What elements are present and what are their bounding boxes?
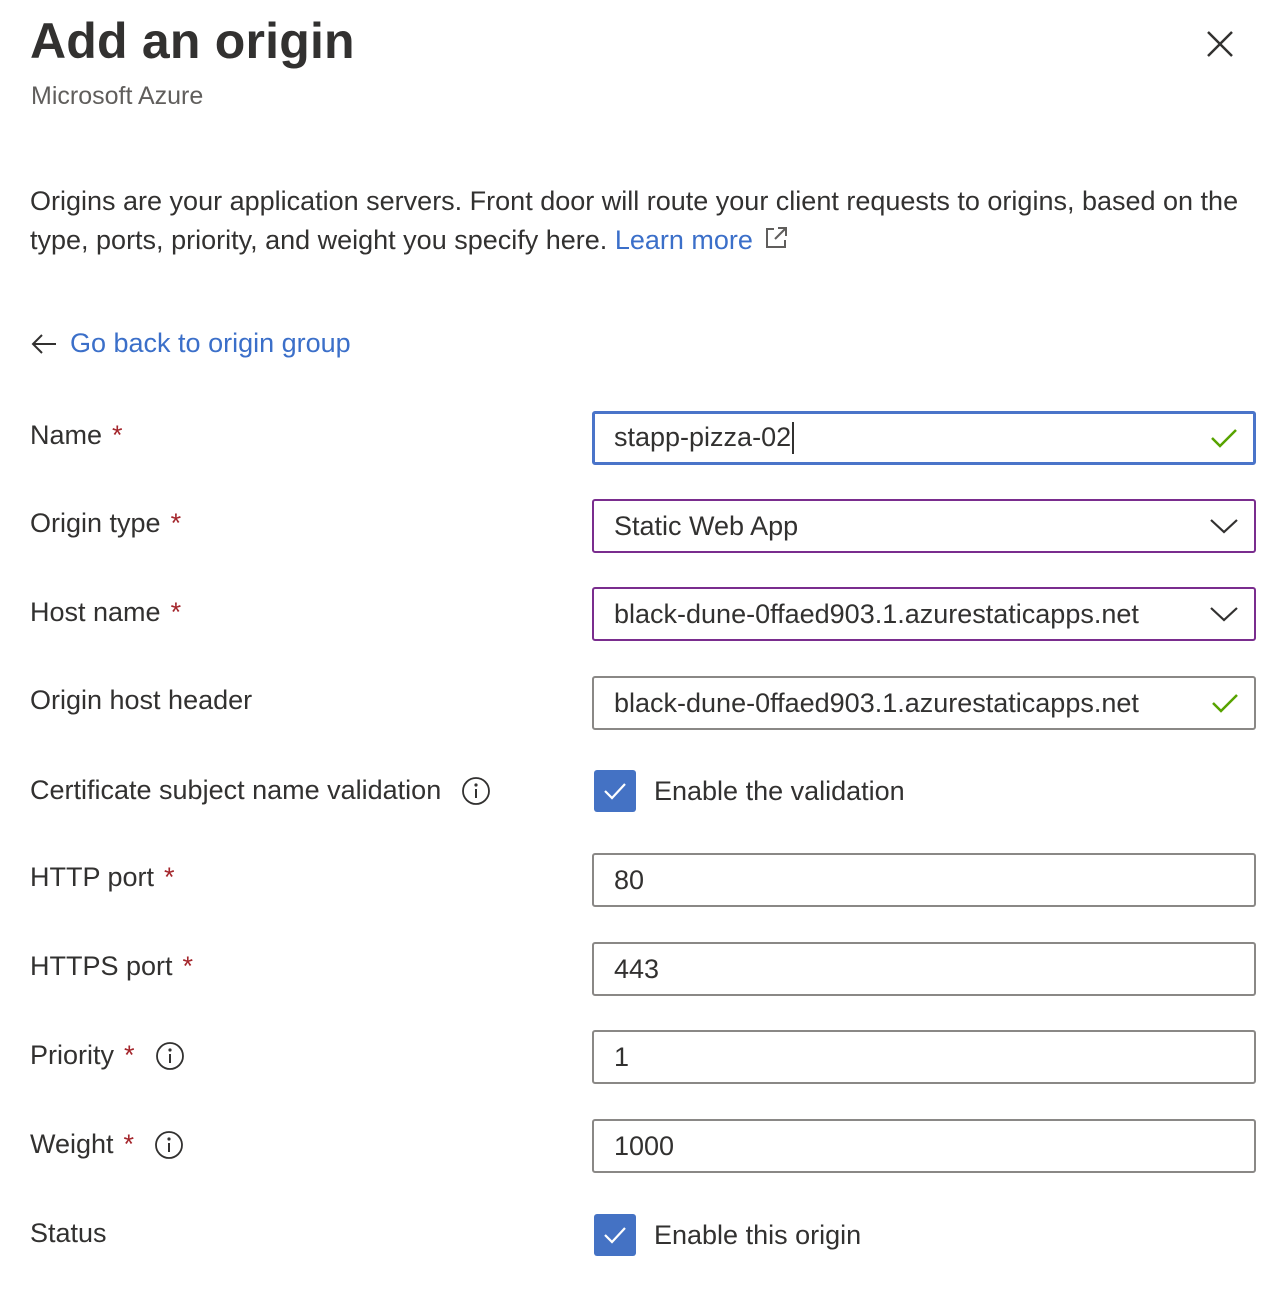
weight-label: Weight [30, 1129, 114, 1159]
host-name-label-row: Host name * [30, 597, 181, 628]
name-input-value: stapp-pizza-02 [614, 421, 792, 452]
host-name-value: black-dune-0ffaed903.1.azurestaticapps.n… [614, 598, 1139, 629]
required-asterisk: * [164, 862, 175, 892]
info-icon[interactable] [154, 1130, 184, 1160]
required-asterisk: * [112, 420, 123, 450]
weight-input[interactable]: 1000 [592, 1119, 1256, 1173]
checkmark-icon [1209, 426, 1239, 450]
https-port-label-row: HTTPS port * [30, 951, 193, 982]
priority-input[interactable]: 1 [592, 1030, 1256, 1084]
https-port-label: HTTPS port [30, 951, 173, 981]
panel-title: Add an origin [30, 13, 355, 69]
learn-more-label: Learn more [614, 225, 753, 255]
priority-label-row: Priority * [30, 1040, 185, 1071]
cert-validation-checkbox-label: Enable the validation [654, 775, 905, 806]
info-icon[interactable] [461, 776, 491, 806]
http-port-value: 80 [614, 864, 645, 895]
cert-validation-checkbox[interactable]: Enable the validation [594, 770, 905, 812]
back-to-origin-group-link[interactable]: Go back to origin group [30, 328, 351, 359]
required-asterisk: * [123, 1129, 135, 1159]
close-icon [1207, 31, 1233, 57]
enable-origin-checkbox-label: Enable this origin [654, 1219, 862, 1250]
cert-validation-label-row: Certificate subject name validation [30, 775, 491, 806]
priority-value: 1 [614, 1041, 630, 1072]
http-port-label: HTTP port [30, 862, 155, 892]
status-label-row: Status [30, 1218, 107, 1249]
origin-host-header-label: Origin host header [30, 685, 253, 715]
host-name-dropdown[interactable]: black-dune-0ffaed903.1.azurestaticapps.n… [592, 587, 1256, 641]
name-label: Name [30, 420, 103, 450]
https-port-input[interactable]: 443 [592, 942, 1256, 996]
checkbox-checked-icon[interactable] [594, 1214, 636, 1256]
status-label: Status [30, 1218, 107, 1248]
close-button[interactable] [1200, 24, 1240, 64]
origin-host-header-label-row: Origin host header [30, 685, 252, 716]
origin-host-header-input[interactable]: black-dune-0ffaed903.1.azurestaticapps.n… [592, 676, 1256, 730]
required-asterisk: * [170, 597, 182, 627]
text-cursor [792, 422, 795, 455]
back-link-label: Go back to origin group [70, 328, 351, 358]
weight-label-row: Weight * [30, 1129, 184, 1160]
info-icon[interactable] [155, 1041, 185, 1071]
origin-type-dropdown[interactable]: Static Web App [592, 499, 1256, 553]
name-input[interactable]: stapp-pizza-02 [592, 411, 1256, 465]
chevron-down-icon [1208, 516, 1240, 536]
learn-more-link[interactable]: Learn more [615, 225, 789, 255]
cert-validation-label: Certificate subject name validation [30, 775, 442, 805]
description: Origins are your application servers. Fr… [30, 182, 1255, 262]
origin-type-value: Static Web App [614, 510, 799, 541]
https-port-value: 443 [614, 953, 660, 984]
panel-subtitle: Microsoft Azure [31, 82, 204, 110]
checkmark-icon [1210, 691, 1240, 715]
checkbox-checked-icon[interactable] [594, 770, 636, 812]
priority-label: Priority [30, 1040, 115, 1070]
http-port-input[interactable]: 80 [592, 853, 1256, 907]
origin-type-label: Origin type [30, 508, 161, 538]
required-asterisk: * [170, 508, 182, 538]
chevron-down-icon [1208, 604, 1240, 624]
http-port-label-row: HTTP port * [30, 862, 175, 893]
weight-value: 1000 [614, 1130, 675, 1161]
name-label-row: Name * [30, 420, 123, 451]
origin-type-label-row: Origin type * [30, 508, 181, 539]
required-asterisk: * [182, 951, 194, 981]
external-link-icon [763, 223, 789, 262]
origin-host-header-value: black-dune-0ffaed903.1.azurestaticapps.n… [614, 687, 1139, 718]
arrow-left-icon [30, 332, 58, 356]
host-name-label: Host name [30, 597, 161, 627]
enable-origin-checkbox[interactable]: Enable this origin [594, 1214, 861, 1256]
required-asterisk: * [124, 1040, 135, 1070]
